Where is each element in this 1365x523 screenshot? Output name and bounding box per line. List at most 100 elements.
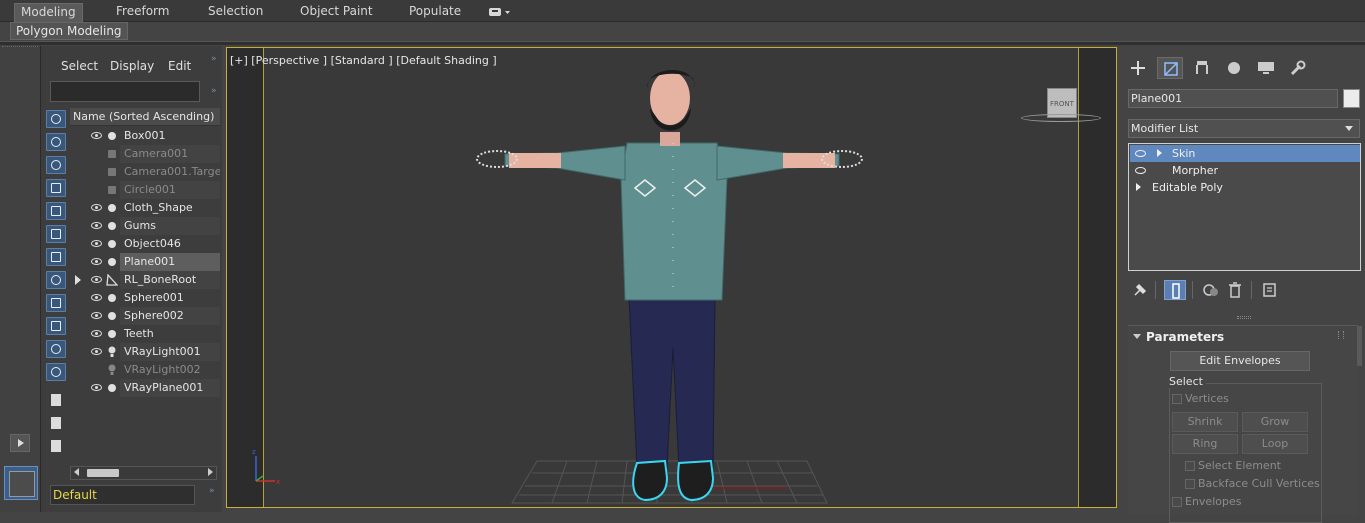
menu-select[interactable]: Select xyxy=(61,59,98,73)
filter-invert-icon[interactable] xyxy=(46,437,66,455)
object-name-field[interactable]: Plane001 xyxy=(1128,89,1338,108)
tab-hierarchy[interactable] xyxy=(1189,57,1215,79)
configure-sets-button[interactable] xyxy=(1259,280,1281,300)
tab-freeform[interactable]: Freeform xyxy=(110,3,175,22)
expand-panel-button[interactable] xyxy=(10,434,30,452)
viewport-layout-button[interactable] xyxy=(4,466,38,500)
list-item[interactable]: Sphere001 xyxy=(70,289,220,307)
list-item[interactable]: Camera001.Target xyxy=(70,163,220,181)
filter-spacewarps-icon[interactable] xyxy=(46,225,66,243)
eye-icon[interactable] xyxy=(91,132,102,139)
filter-cameras-icon[interactable] xyxy=(46,179,66,197)
tab-object-paint[interactable]: Object Paint xyxy=(294,3,379,22)
rollout-grip[interactable] xyxy=(1338,331,1344,339)
column-header-name[interactable]: Name (Sorted Ascending) xyxy=(70,108,220,126)
filter-hidden-icon[interactable] xyxy=(46,363,66,381)
filter-all-icon[interactable] xyxy=(46,391,66,409)
filter-bones-icon[interactable] xyxy=(46,294,66,312)
command-panel-scrollbar[interactable] xyxy=(1357,326,1362,366)
ring-button[interactable]: Ring xyxy=(1172,434,1238,454)
make-unique-button[interactable] xyxy=(1200,280,1222,300)
filter-shapes-icon[interactable] xyxy=(46,133,66,151)
tab-display[interactable] xyxy=(1253,57,1279,79)
list-item[interactable]: Camera001 xyxy=(70,145,220,163)
eye-icon[interactable] xyxy=(91,348,102,355)
eye-icon[interactable] xyxy=(91,258,102,265)
list-item[interactable]: Cloth_Shape xyxy=(70,199,220,217)
eye-icon[interactable] xyxy=(91,294,102,301)
filter-groups-icon[interactable] xyxy=(46,248,66,266)
filter-xrefs-icon[interactable] xyxy=(46,271,66,289)
filter-helpers-icon[interactable] xyxy=(46,202,66,220)
list-item[interactable]: VRayPlane001 xyxy=(70,379,220,397)
tab-modeling[interactable]: Modeling xyxy=(14,3,83,22)
layer-options-icon[interactable]: » xyxy=(209,486,215,496)
grow-button[interactable]: Grow xyxy=(1242,412,1308,432)
explorer-search-input[interactable] xyxy=(50,81,200,102)
list-item[interactable]: VRayLight001 xyxy=(70,343,220,361)
filter-containers-icon[interactable] xyxy=(46,317,66,335)
viewport-perspective[interactable]: [+] [Perspective ] [Standard ] [Default … xyxy=(226,47,1117,508)
select-element-checkbox[interactable]: Select Element xyxy=(1185,459,1281,472)
scroll-right-arrow-icon[interactable] xyxy=(208,468,213,476)
vertices-checkbox[interactable]: Vertices xyxy=(1172,392,1229,405)
list-item[interactable]: Box001 xyxy=(70,127,220,145)
explorer-pin-icon[interactable]: » xyxy=(211,54,217,64)
filter-lights-icon[interactable] xyxy=(46,156,66,174)
eye-icon[interactable] xyxy=(91,384,102,391)
eye-icon[interactable] xyxy=(91,240,102,247)
stack-item-skin[interactable]: Skin xyxy=(1130,145,1360,162)
filter-frozen-icon[interactable] xyxy=(46,340,66,358)
eye-icon[interactable] xyxy=(91,276,102,283)
backface-cull-checkbox[interactable]: Backface Cull Vertices xyxy=(1185,477,1320,490)
eye-icon[interactable] xyxy=(91,222,102,229)
list-item[interactable]: Object046 xyxy=(70,235,220,253)
subtab-polygon-modeling[interactable]: Polygon Modeling xyxy=(10,22,128,40)
pin-stack-button[interactable] xyxy=(1129,280,1151,300)
rollout-title[interactable]: Parameters xyxy=(1146,330,1224,344)
expand-arrow-icon[interactable] xyxy=(1136,183,1141,191)
menu-display[interactable]: Display xyxy=(110,59,154,73)
filter-geometry-icon[interactable] xyxy=(46,110,66,128)
eye-icon[interactable] xyxy=(91,204,102,211)
expand-arrow-icon[interactable] xyxy=(75,275,81,285)
tab-modify[interactable] xyxy=(1157,57,1183,79)
remove-modifier-button[interactable] xyxy=(1224,280,1246,300)
loop-button[interactable]: Loop xyxy=(1242,434,1308,454)
modifier-list-dropdown[interactable]: Modifier List xyxy=(1128,119,1360,138)
ribbon-options-button[interactable] xyxy=(488,6,512,18)
shrink-button[interactable]: Shrink xyxy=(1172,412,1238,432)
list-item[interactable]: RL_BoneRoot xyxy=(70,271,220,289)
panel-resize-grip[interactable] xyxy=(1237,316,1251,319)
envelopes-checkbox[interactable]: Envelopes xyxy=(1172,495,1241,508)
menu-edit[interactable]: Edit xyxy=(168,59,191,73)
tab-populate[interactable]: Populate xyxy=(403,3,467,22)
eye-icon[interactable] xyxy=(1135,167,1146,174)
stack-item-morpher[interactable]: Morpher xyxy=(1130,162,1360,179)
list-item[interactable]: Gums xyxy=(70,217,220,235)
scrollbar-thumb[interactable] xyxy=(87,469,119,477)
eye-icon[interactable] xyxy=(91,312,102,319)
list-item[interactable]: VRayLight002 xyxy=(70,361,220,379)
scroll-left-arrow-icon[interactable] xyxy=(74,468,79,476)
expand-arrow-icon[interactable] xyxy=(1157,149,1162,157)
explorer-search-options-icon[interactable]: » xyxy=(211,86,217,96)
list-item[interactable]: Circle001 xyxy=(70,181,220,199)
object-color-swatch[interactable] xyxy=(1343,89,1360,108)
tab-selection[interactable]: Selection xyxy=(202,3,269,22)
list-item[interactable]: Sphere002 xyxy=(70,307,220,325)
collapse-arrow-icon[interactable] xyxy=(1133,334,1141,339)
list-item[interactable]: Plane001 xyxy=(70,253,220,271)
edit-envelopes-button[interactable]: Edit Envelopes xyxy=(1170,351,1310,371)
eye-icon[interactable] xyxy=(1135,150,1146,157)
stack-item-editable-poly[interactable]: Editable Poly xyxy=(1130,179,1360,196)
eye-icon[interactable] xyxy=(91,330,102,337)
filter-none-icon[interactable] xyxy=(46,414,66,432)
tab-motion[interactable] xyxy=(1221,57,1247,79)
layer-field[interactable]: Default xyxy=(50,485,195,505)
explorer-hscrollbar[interactable] xyxy=(70,466,217,480)
show-end-result-button[interactable] xyxy=(1164,280,1186,300)
list-item[interactable]: Teeth xyxy=(70,325,220,343)
tab-utilities[interactable] xyxy=(1285,57,1311,79)
tab-create[interactable] xyxy=(1125,57,1151,79)
